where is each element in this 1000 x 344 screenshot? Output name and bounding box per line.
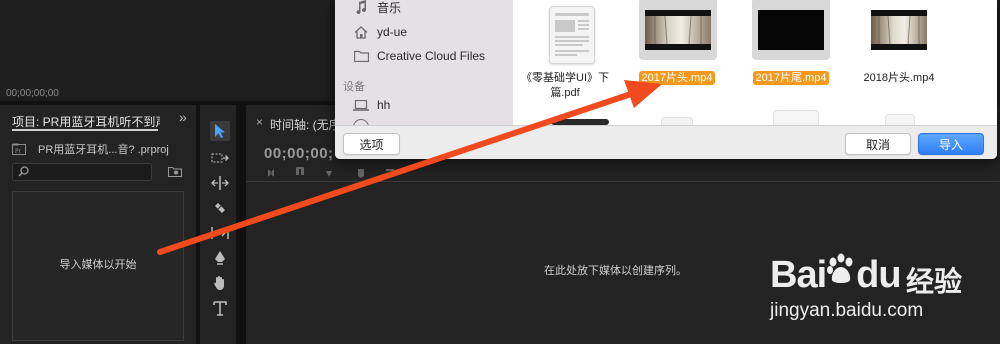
- sidebar-item-creative-cloud[interactable]: Creative Cloud Files: [353, 46, 485, 66]
- video-thumbnail: [871, 10, 927, 50]
- project-panel-title[interactable]: 项目: PR用蓝牙耳机听不到声音: [12, 113, 160, 130]
- laptop-icon: [353, 98, 369, 112]
- sidebar-item-home[interactable]: yd-ue: [353, 22, 407, 42]
- ripple-edit-icon: [211, 176, 229, 190]
- video-thumbnail: [758, 10, 824, 50]
- import-dialog: 音乐 yd-ue Creative Cloud Files 设备 hh 《零基础…: [335, 0, 997, 159]
- file-item-2017-outro[interactable]: 2017片尾.mp4: [741, 0, 841, 127]
- tools-panel: [200, 105, 236, 344]
- video-thumbnail: [645, 10, 711, 50]
- selected-thumb-bg: [752, 0, 830, 60]
- music-icon: [353, 0, 369, 14]
- slip-icon: [211, 227, 229, 239]
- selected-thumb-bg: [639, 0, 717, 60]
- razor-tool[interactable]: [210, 198, 230, 218]
- source-monitor-panel: [0, 0, 330, 98]
- file-item-2018-intro[interactable]: 2018片头.mp4: [849, 0, 949, 127]
- folder-icon: [353, 49, 369, 63]
- sidebar-item-label: hh: [377, 98, 391, 112]
- watermark-url: jingyan.baidu.com: [770, 300, 924, 321]
- file-name-line2: 篇.pdf: [550, 87, 580, 99]
- file-name-selected: 2017片头.mp4: [627, 69, 727, 85]
- selection-arrow-icon: [215, 124, 225, 138]
- baidu-watermark: Bai du 经验 jingyan.baidu.com: [760, 236, 998, 336]
- ripple-edit-tool[interactable]: [210, 173, 230, 193]
- file-name: 《零基础学UI》下: [521, 72, 609, 84]
- type-tool[interactable]: [210, 298, 230, 318]
- file-browser: 《零基础学UI》下 篇.pdf 2017片头.mp4 2017片尾.mp4 20…: [513, 0, 997, 127]
- svg-text:Pr: Pr: [15, 148, 22, 155]
- panel-divider: [236, 105, 246, 344]
- cancel-button[interactable]: 取消: [845, 133, 911, 155]
- type-icon: [213, 301, 227, 316]
- sidebar-item-label: yd-ue: [377, 25, 408, 39]
- import-button[interactable]: 导入: [918, 133, 984, 155]
- file-item-pdf[interactable]: 《零基础学UI》下 篇.pdf: [515, 0, 615, 125]
- hand-tool[interactable]: [210, 273, 230, 293]
- pen-icon: [215, 251, 225, 265]
- track-select-icon: [211, 153, 229, 163]
- pdf-thumbnail: [549, 6, 595, 64]
- pen-tool[interactable]: [210, 248, 230, 268]
- dialog-footer: 选项 取消 导入: [335, 125, 997, 159]
- file-item-2017-intro[interactable]: 2017片头.mp4: [627, 0, 727, 127]
- razor-icon: [215, 203, 225, 213]
- timeline-toolbar-icons: [268, 165, 394, 178]
- slip-tool[interactable]: [210, 223, 230, 243]
- timeline-toolbar: [266, 165, 416, 182]
- hand-icon: [214, 276, 224, 291]
- timeline-empty-hint: 在此处放下媒体以创建序列。: [544, 265, 687, 277]
- sidebar-item-label: Creative Cloud Files: [377, 49, 486, 63]
- sidebar-item-label: 音乐: [377, 0, 402, 15]
- timeline-title[interactable]: 时间轴: (无序: [270, 116, 341, 133]
- new-bin-icon[interactable]: [168, 165, 182, 180]
- home-icon: [353, 25, 369, 39]
- import-media-hint: 导入媒体以开始: [59, 259, 137, 271]
- sidebar-section-devices: 设备: [343, 81, 365, 93]
- file-name: 2018片头.mp4: [863, 72, 935, 84]
- watermark-brand: Bai du: [770, 253, 902, 296]
- timeline-ruler-divider: [246, 181, 1000, 182]
- options-button[interactable]: 选项: [343, 133, 400, 155]
- selection-tool[interactable]: [210, 121, 230, 141]
- project-tab-underline: [12, 129, 158, 131]
- watermark-cn: 经验: [906, 266, 963, 297]
- search-icon: [18, 166, 29, 180]
- project-file-name[interactable]: PR用蓝牙耳机...音? .prproj: [38, 141, 169, 157]
- paw-icon: [826, 253, 856, 289]
- project-panel: 项目: PR用蓝牙耳机听不到声音 » Pr PR用蓝牙耳机...音? .prpr…: [0, 105, 196, 344]
- project-file-icon: Pr: [12, 143, 26, 158]
- track-select-tool[interactable]: [210, 148, 230, 168]
- sidebar-item-device-hh[interactable]: hh: [353, 95, 390, 115]
- panel-expand-icon[interactable]: »: [179, 109, 187, 125]
- timeline-timecode[interactable]: 00;00;00;: [264, 145, 334, 162]
- source-timecode: 00;00;00;00: [6, 88, 59, 99]
- dialog-sidebar: 音乐 yd-ue Creative Cloud Files 设备 hh: [335, 0, 513, 125]
- file-name-selected: 2017片尾.mp4: [741, 69, 841, 85]
- timeline-close-icon[interactable]: ×: [256, 115, 263, 129]
- project-drop-zone[interactable]: 导入媒体以开始: [12, 191, 184, 341]
- project-search-input[interactable]: [12, 163, 152, 181]
- sidebar-item-music[interactable]: 音乐: [353, 0, 401, 17]
